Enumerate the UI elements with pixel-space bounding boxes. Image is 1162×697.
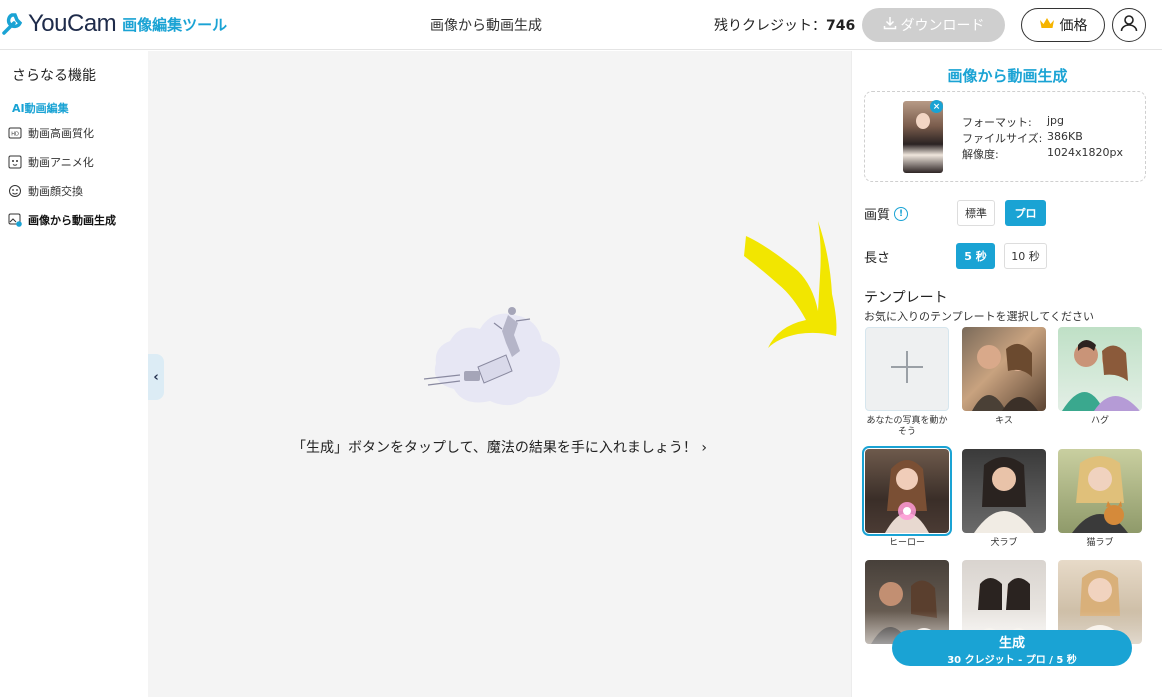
collapse-sidebar-button[interactable]: ‹ bbox=[148, 354, 164, 400]
file-size-label: ファイルサイズ: bbox=[962, 132, 1043, 145]
file-resolution-row: 解像度: 1024x1820px bbox=[962, 146, 1123, 162]
sidebar-item-image-to-video[interactable]: 画像から動画生成 bbox=[8, 210, 116, 230]
template-label: ヒーロー bbox=[888, 538, 925, 548]
sidebar-item-label: 動画顔交換 bbox=[28, 185, 83, 198]
crown-icon bbox=[1039, 17, 1055, 34]
sidebar-section-label: AI動画編集 bbox=[12, 102, 69, 115]
page-title: 画像から動画生成 bbox=[430, 18, 542, 34]
preview-canvas: ‹ 「生成」ボタンをタップして、魔法の結果を手に入れましょう！ › bbox=[148, 51, 851, 697]
info-icon[interactable]: ! bbox=[894, 206, 909, 221]
length-row-label: 長さ bbox=[864, 247, 890, 266]
sidebar-title: さらなる機能 bbox=[12, 68, 96, 84]
quality-standard-option[interactable]: 標準 bbox=[957, 200, 995, 226]
panel-title: 画像から動画生成 bbox=[947, 67, 1068, 85]
svg-text:HD: HD bbox=[11, 132, 19, 138]
template-label: あなたの写真を動かそう bbox=[866, 416, 948, 437]
quality-row-label: 画質 ! bbox=[864, 204, 909, 223]
length-10s-option[interactable]: 10 秒 bbox=[1004, 243, 1047, 269]
template-kiss[interactable]: キス bbox=[962, 327, 1046, 427]
close-icon: × bbox=[932, 101, 941, 112]
template-dog-love[interactable]: 犬ラブ bbox=[962, 449, 1046, 549]
template-thumbnail bbox=[1058, 327, 1142, 411]
file-format-label: フォーマット: bbox=[962, 116, 1032, 129]
file-resolution-label: 解像度: bbox=[962, 148, 999, 161]
credits-value: 746 bbox=[826, 18, 856, 34]
sidebar-item-label: 画像から動画生成 bbox=[28, 214, 116, 227]
top-bar: YouCam 画像編集ツール 画像から動画生成 残りクレジット：746 ダウンロ… bbox=[0, 0, 1162, 50]
uploaded-file-card[interactable]: × フォーマット: jpg ファイルサイズ: 386KB 解像度: 1024x1… bbox=[864, 91, 1146, 182]
template-thumbnail bbox=[1058, 449, 1142, 533]
image-to-video-icon bbox=[8, 213, 22, 227]
template-label: ハグ bbox=[1090, 416, 1109, 426]
template-title: テンプレート bbox=[864, 290, 948, 306]
file-size-value: 386KB bbox=[1047, 130, 1083, 143]
download-icon bbox=[883, 16, 897, 34]
user-icon bbox=[1119, 13, 1139, 37]
length-label: 長さ bbox=[864, 251, 891, 266]
anime-face-icon bbox=[8, 155, 22, 169]
generate-cost: 30 クレジット - プロ / 5 秒 bbox=[947, 655, 1077, 666]
left-sidebar: さらなる機能 AI動画編集 HD 動画高画質化 動画アニメ化 動画顔交換 画像か… bbox=[0, 51, 148, 697]
template-hero[interactable]: ヒーロー bbox=[862, 446, 952, 549]
download-button[interactable]: ダウンロード bbox=[862, 8, 1005, 42]
wrench-logo-icon bbox=[0, 11, 26, 37]
sidebar-item-label: 動画アニメ化 bbox=[28, 156, 94, 169]
quality-label: 画質 bbox=[864, 208, 891, 223]
add-photo-tile[interactable] bbox=[865, 327, 949, 411]
empty-state-illustration bbox=[420, 301, 572, 413]
credits-label: 残りクレジット： bbox=[714, 18, 826, 34]
annotation-arrow bbox=[744, 221, 837, 348]
sidebar-item-face-swap[interactable]: 動画顔交換 bbox=[8, 181, 83, 201]
template-label: 犬ラブ bbox=[990, 538, 1018, 548]
logo-wordmark: YouCam bbox=[28, 10, 117, 37]
file-resolution-value: 1024x1820px bbox=[1047, 146, 1123, 159]
settings-panel: 画像から動画生成 × フォーマット: jpg ファイルサイズ: 386KB 解像… bbox=[851, 51, 1162, 697]
plus-icon bbox=[889, 349, 925, 389]
generate-label: 生成 bbox=[998, 636, 1025, 651]
template-hug[interactable]: ハグ bbox=[1058, 327, 1142, 427]
chevron-left-icon: ‹ bbox=[153, 369, 159, 385]
sidebar-item-video-anime[interactable]: 動画アニメ化 bbox=[8, 152, 94, 172]
sidebar-item-video-enhance[interactable]: HD 動画高画質化 bbox=[8, 123, 94, 143]
generate-hint-text[interactable]: 「生成」ボタンをタップして、魔法の結果を手に入れましょう！ › bbox=[148, 437, 851, 457]
length-5s-option[interactable]: 5 秒 bbox=[956, 243, 995, 269]
file-format-row: フォーマット: jpg bbox=[962, 114, 1064, 130]
hd-video-icon: HD bbox=[8, 126, 22, 140]
sidebar-item-label: 動画高画質化 bbox=[28, 127, 94, 140]
template-cat-love[interactable]: 猫ラブ bbox=[1058, 449, 1142, 549]
template-thumbnail bbox=[962, 327, 1046, 411]
remove-image-button[interactable]: × bbox=[930, 100, 943, 113]
template-thumbnail bbox=[862, 446, 952, 536]
youcam-logo[interactable]: YouCam 画像編集ツール bbox=[0, 6, 227, 42]
price-label: 価格 bbox=[1059, 18, 1088, 34]
face-swap-icon bbox=[8, 184, 22, 198]
file-format-value: jpg bbox=[1047, 114, 1065, 127]
file-size-row: ファイルサイズ: 386KB bbox=[962, 130, 1083, 146]
template-subtitle: お気に入りのテンプレートを選択してください bbox=[864, 310, 1095, 323]
template-animate-photo[interactable]: あなたの写真を動かそう bbox=[865, 327, 949, 438]
user-avatar-button[interactable] bbox=[1112, 8, 1146, 42]
generate-button[interactable]: 生成 30 クレジット - プロ / 5 秒 bbox=[892, 630, 1132, 666]
template-thumbnail bbox=[962, 449, 1046, 533]
price-button[interactable]: 価格 bbox=[1021, 8, 1105, 42]
credits-display: 残りクレジット：746 bbox=[714, 15, 855, 35]
logo-subtitle: 画像編集ツール bbox=[122, 15, 228, 34]
template-label: キス bbox=[995, 416, 1013, 426]
quality-pro-option[interactable]: プロ bbox=[1005, 200, 1046, 226]
template-label: 猫ラブ bbox=[1086, 538, 1114, 548]
download-label: ダウンロード bbox=[900, 18, 985, 34]
